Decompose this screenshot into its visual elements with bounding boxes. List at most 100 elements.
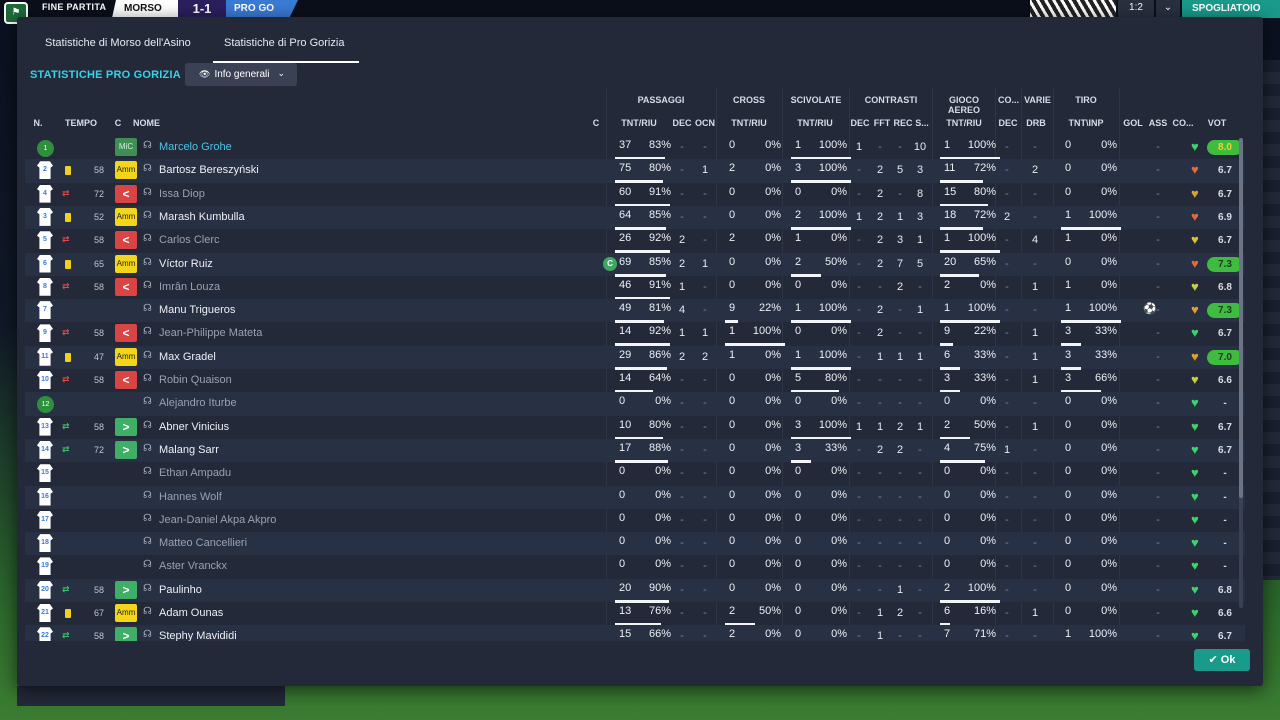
player-name[interactable]: Imrân Louza (159, 281, 220, 293)
match-score: 1-1 (178, 0, 226, 18)
player-name[interactable]: Jean-Daniel Akpa Akpro (159, 514, 276, 526)
table-row[interactable]: 9 ⇄ 58 < ☊ Jean-Philippe Mateta 14 92% 1 1 1 1… (25, 322, 1245, 347)
player-name[interactable]: Stephy Mavididi (159, 630, 237, 641)
player-name[interactable]: Abner Vinicius (159, 421, 229, 433)
aer-cell: 0 0% (940, 535, 1000, 553)
cross-attempts: 0 (729, 465, 736, 478)
col-c[interactable]: C (110, 118, 126, 128)
player-name[interactable]: Jean-Philippe Mateta (159, 327, 262, 339)
sciv-cell: 0 0% (791, 535, 851, 553)
table-row[interactable]: 4 ⇄ 72 < ☊ Issa Diop 60 91% -- 0 0% 0 0% -2-8… (25, 183, 1245, 207)
player-name[interactable]: Matteo Cancellieri (159, 537, 247, 549)
table-row[interactable]: 6 65 Amm ☊ Víctor Ruiz C 69 85% 21 0 0% 2 50%… (25, 252, 1245, 277)
col-condition[interactable]: CO... (1170, 118, 1196, 128)
table-row[interactable]: 20 ⇄ 58 > ☊ Paulinho 20 90% -- 0 0% 0 0% --1-… (25, 578, 1245, 603)
condition-heart-icon: ♥ (1191, 348, 1199, 364)
tab-own-stats[interactable]: Statistiche di Pro Gorizia (213, 37, 359, 63)
table-row[interactable]: 19 ☊ Aster Vranckx 0 0% -- 0 0% 0 0% ---- … (25, 555, 1245, 578)
col-tempo[interactable]: TEMPO (63, 118, 99, 128)
pass-ocn: - (703, 234, 707, 247)
table-row[interactable]: 21 67 Amm ☊ Adam Ounas 13 76% -- 2 50% 0 0% … (25, 602, 1245, 626)
minutes-played: 72 (93, 444, 104, 455)
table-row[interactable]: 5 ⇄ 58 < ☊ Carlos Clerc 26 92% 2 - 2 0% 1 0% -… (25, 229, 1245, 254)
col-pass-dec[interactable]: DEC (672, 118, 692, 128)
tiro-cell: 3 33% (1061, 349, 1121, 370)
tiro-cell: 0 0% (1061, 489, 1121, 507)
status-badge: Amm (115, 347, 137, 366)
sciv-pct: 0% (831, 628, 847, 641)
scrollbar-thumb[interactable] (1239, 138, 1243, 498)
tiro-cell: 0 0% (1061, 465, 1121, 483)
col-nome[interactable]: NOME (133, 118, 163, 128)
con-rec: - (898, 490, 902, 503)
table-row[interactable]: 14 ⇄ 72 > ☊ Malang Sarr 17 88% -- 0 0% 3 33% … (25, 438, 1245, 463)
sub-on-icon: ⇄ (62, 630, 70, 641)
table-row[interactable]: 16 ☊ Hannes Wolf 0 0% - - 0 0% 0 0% - - - - 0 … (25, 485, 1245, 509)
player-name[interactable]: Adam Ounas (159, 607, 223, 619)
col-con-dec[interactable]: DEC (850, 118, 870, 128)
table-row[interactable]: 7 ☊ Manu Trigueros 49 81% 4- 9 22% 1 100% … (25, 299, 1245, 324)
table-row[interactable]: 2 58 Amm ☊ Bartosz Bereszyński 75 80% - 1 2 0… (25, 159, 1245, 184)
player-name[interactable]: Manu Trigueros (159, 304, 235, 316)
player-name[interactable]: Issa Diop (159, 188, 205, 200)
col-ass[interactable]: ASS (1147, 118, 1169, 128)
cross-attempts: 2 (729, 628, 736, 641)
player-name[interactable]: Max Gradel (159, 351, 216, 363)
col-pass-tnt[interactable]: TNT/RIU (615, 118, 663, 128)
chevron-down-icon: ⌄ (277, 68, 285, 78)
table-row[interactable]: 12 ☊ Alejandro Iturbe 0 0% - - 0 0% 0 0% - -… (25, 392, 1245, 416)
col-n[interactable]: N. (27, 118, 49, 128)
co-dec: - (1005, 397, 1009, 410)
col-co-dec[interactable]: DEC (997, 118, 1019, 128)
view-select-dropdown[interactable]: 👁 Info generali ⌄ (185, 63, 297, 86)
table-row[interactable]: 3 52 Amm ☊ Marash Kumbulla 64 85% - - 0 0% 2 … (25, 205, 1245, 230)
player-name[interactable]: Marcelo Grohe (159, 141, 232, 153)
player-name[interactable]: Ethan Ampadu (159, 467, 231, 479)
player-name[interactable]: Hannes Wolf (159, 491, 222, 503)
pass-ocn: - (703, 537, 707, 550)
player-name[interactable]: Malang Sarr (159, 444, 219, 456)
table-row[interactable]: 11 47 Amm ☊ Max Gradel 29 86% 22 1 0% 1 100%… (25, 345, 1245, 370)
pass-pct: 91% (648, 185, 671, 198)
table-row[interactable]: 17 ☊ Jean-Daniel Akpa Akpro 0 0% - - 0 0% 0… (25, 509, 1245, 532)
player-name[interactable]: Robin Quaison (159, 374, 232, 386)
player-name[interactable]: Alejandro Iturbe (159, 397, 237, 409)
chevron-down-icon[interactable]: ⌄ (1156, 0, 1180, 18)
table-row[interactable]: 8 ⇄ 58 < ☊ Imrân Louza 46 91% 1 - 0 0% 0 0% - -… (25, 276, 1245, 300)
col-con-fft[interactable]: FFT (872, 118, 892, 128)
col-aer-tnt[interactable]: TNT/RIU (940, 118, 988, 128)
col-pass-ocn[interactable]: OCN (694, 118, 716, 128)
player-name[interactable]: Marash Kumbulla (159, 211, 245, 223)
aer-pct: 0% (980, 511, 996, 524)
col-con-s[interactable]: S... (913, 118, 931, 128)
con-s: - (918, 630, 922, 641)
cross-pct: 0% (765, 441, 781, 454)
col-drb[interactable]: DRB (1023, 118, 1049, 128)
aer-attempts: 1 (944, 139, 951, 151)
ok-button[interactable]: ✔ Ok (1194, 649, 1250, 671)
pass-attempts: 69 (619, 255, 632, 268)
col-cross-tnt[interactable]: TNT/RIU (725, 118, 773, 128)
player-name[interactable]: Aster Vranckx (159, 560, 227, 572)
col-vot[interactable]: VOT (1198, 118, 1236, 128)
col-captain[interactable]: C (589, 118, 603, 128)
table-row[interactable]: 13 ⇄ 58 > ☊ Abner Vinicius 10 80% -- 0 0% 3 1… (25, 416, 1245, 440)
table-row[interactable]: 10 ⇄ 58 < ☊ Robin Quaison 14 64% -- 0 0% 5 80… (25, 369, 1245, 393)
table-row[interactable]: 22 ⇄ 58 > ☊ Stephy Mavididi 15 66% - - 2 0% 0 … (25, 625, 1245, 641)
player-name[interactable]: Víctor Ruiz (159, 258, 213, 270)
table-row[interactable]: 1 MiC ☊ Marcelo Grohe 37 83% -- 0 0% 1 100%… (25, 136, 1245, 160)
cross-cell: 9 22% (725, 302, 785, 324)
table-row[interactable]: 18 ☊ Matteo Cancellieri 0 0% -- 0 0% 0 0% … (25, 532, 1245, 556)
co-dec: - (1005, 350, 1009, 363)
dressing-room-button[interactable]: SPOGLIATOIO (1182, 0, 1280, 18)
col-gol[interactable]: GOL (1121, 118, 1145, 128)
table-row[interactable]: 15 ☊ Ethan Ampadu 0 0% - - 0 0% 0 0% - - - - 0… (25, 462, 1245, 485)
col-sciv-tnt[interactable]: TNT/RIU (791, 118, 839, 128)
player-name[interactable]: Bartosz Bereszyński (159, 164, 259, 176)
player-name[interactable]: Paulinho (159, 584, 202, 596)
col-tiro-tnt[interactable]: TNT\INP (1061, 118, 1111, 128)
col-con-rec[interactable]: REC (893, 118, 913, 128)
match-speed-control[interactable]: 1:2 (1118, 0, 1154, 18)
player-name[interactable]: Carlos Clerc (159, 234, 220, 246)
tab-opponent-stats[interactable]: Statistiche di Morso dell'Asino (45, 37, 201, 63)
